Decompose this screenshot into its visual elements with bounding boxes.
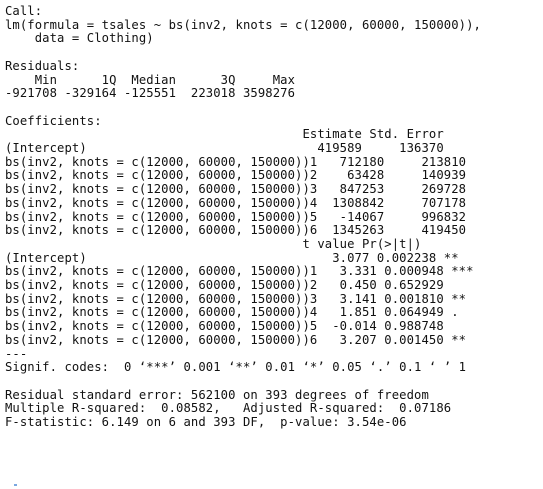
estimate-row: bs(inv2, knots = c(12000, 60000, 150000)… bbox=[5, 182, 467, 197]
estimate-row: bs(inv2, knots = c(12000, 60000, 150000)… bbox=[5, 223, 467, 238]
tvalue-row: bs(inv2, knots = c(12000, 60000, 150000)… bbox=[5, 291, 474, 306]
tvalue-row: bs(inv2, knots = c(12000, 60000, 150000)… bbox=[5, 305, 474, 320]
call-line-1: lm(formula = tsales ~ bs(inv2, knots = c… bbox=[5, 17, 481, 32]
console-text: Call: lm(formula = tsales ~ bs(inv2, kno… bbox=[5, 5, 541, 430]
residual-standard-error: Residual standard error: 562100 on 393 d… bbox=[5, 387, 429, 402]
estimate-row: bs(inv2, knots = c(12000, 60000, 150000)… bbox=[5, 154, 467, 169]
call-line-2: data = Clothing) bbox=[5, 31, 154, 46]
f-statistic-line: F-statistic: 6.149 on 6 and 393 DF, p-va… bbox=[5, 415, 407, 430]
estimate-row: bs(inv2, knots = c(12000, 60000, 150000)… bbox=[5, 168, 467, 183]
coefficients-heading: Coefficients: bbox=[5, 113, 102, 128]
r-console-output: Call: lm(formula = tsales ~ bs(inv2, kno… bbox=[5, 5, 541, 485]
residuals-values: -921708 -329164 -125551 223018 3598276 bbox=[5, 86, 303, 101]
tvalue-row: bs(inv2, knots = c(12000, 60000, 150000)… bbox=[5, 278, 474, 293]
residuals-heading: Residuals: bbox=[5, 58, 80, 73]
tvalue-row: (Intercept) 3.077 0.002238 ** bbox=[5, 250, 467, 265]
signif-codes: Signif. codes: 0 ‘***’ 0.001 ‘**’ 0.01 ‘… bbox=[5, 360, 467, 375]
call-heading: Call: bbox=[5, 5, 43, 18]
tvalue-row: bs(inv2, knots = c(12000, 60000, 150000)… bbox=[5, 264, 474, 279]
r-squared-line: Multiple R-squared: 0.08582, Adjusted R-… bbox=[5, 401, 459, 416]
console-cursor[interactable] bbox=[14, 484, 17, 486]
tvalue-row: bs(inv2, knots = c(12000, 60000, 150000)… bbox=[5, 332, 474, 347]
separator-line: --- bbox=[5, 346, 28, 361]
tvalue-row: bs(inv2, knots = c(12000, 60000, 150000)… bbox=[5, 319, 474, 334]
estimate-row: bs(inv2, knots = c(12000, 60000, 150000)… bbox=[5, 209, 467, 224]
residuals-header: Min 1Q Median 3Q Max bbox=[5, 72, 303, 87]
estimate-row: bs(inv2, knots = c(12000, 60000, 150000)… bbox=[5, 195, 467, 210]
tvalues-header: t value Pr(>|t|) bbox=[5, 236, 452, 251]
estimate-row: (Intercept) 419589 136370 bbox=[5, 141, 444, 155]
estimates-header: Estimate Std. Error bbox=[5, 127, 444, 142]
